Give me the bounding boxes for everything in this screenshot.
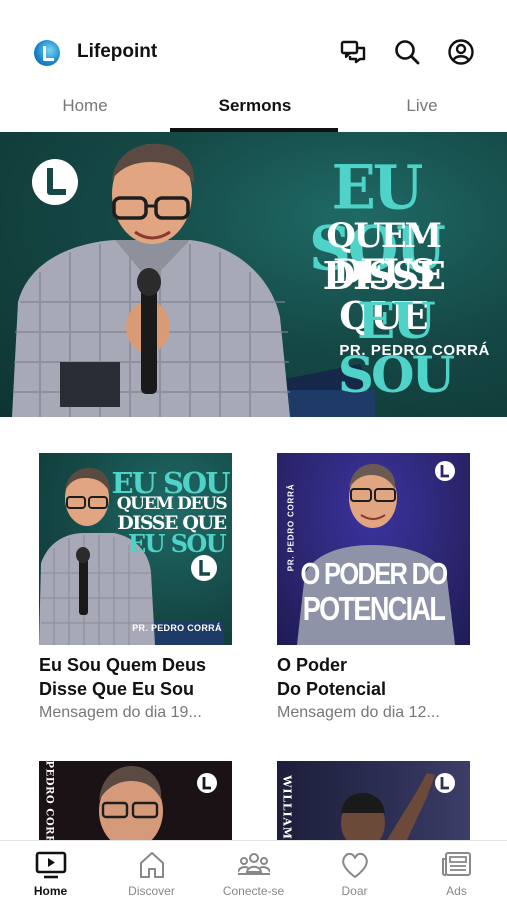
nav-label: Home	[33, 884, 68, 898]
profile-icon[interactable]	[447, 38, 475, 66]
news-icon	[442, 852, 471, 876]
thumb-title-line2: QUEM DEUS	[116, 494, 228, 514]
people-icon	[238, 853, 270, 875]
thumb-side-text: PEDRO CORRÁ	[43, 761, 55, 840]
sermon-thumbnail: WILLIAM	[277, 761, 470, 840]
sermon-subtitle: Mensagem do dia 12...	[277, 704, 440, 721]
thumb-title-line4: EU SOU	[127, 529, 227, 558]
app-header: Lifepoint	[0, 0, 507, 84]
tab-live[interactable]: Live	[337, 96, 507, 116]
thumbnail-artwork	[341, 773, 455, 840]
nav-discover[interactable]: Discover	[101, 841, 202, 900]
chat-icon[interactable]	[339, 38, 367, 66]
nav-label: Discover	[128, 884, 175, 898]
nav-conecte-se[interactable]: Conecte-se	[203, 841, 304, 900]
bottom-navigation: Home Discover Conecte-se Doar Ads	[0, 840, 507, 900]
thumbnail-artwork	[99, 765, 217, 840]
sermon-subtitle: Mensagem do dia 19...	[39, 704, 202, 721]
nav-ads[interactable]: Ads	[406, 841, 507, 900]
lifepoint-logo-icon	[34, 40, 60, 66]
tv-icon	[35, 851, 67, 879]
tab-home[interactable]: Home	[0, 96, 170, 116]
sermon-thumbnail: PEDRO CORRÁ	[39, 761, 232, 840]
tab-sermons[interactable]: Sermons	[170, 96, 340, 116]
sermon-card[interactable]: EU SOU QUEM DEUS DISSE QUE EU SOU PR. PE…	[39, 453, 232, 723]
sermon-title: Eu Sou Quem Deus Disse Que Eu Sou	[39, 655, 207, 699]
featured-sermon-banner[interactable]: EU SOU QUEM DEUS DISSE QUE EU SOU PR. PE…	[0, 132, 507, 417]
thumb-side-text: WILLIAM	[280, 775, 294, 840]
thumb-title-line1: O PODER DO	[300, 556, 448, 591]
top-tabs: Home Sermons Live	[0, 84, 507, 132]
nav-home[interactable]: Home	[0, 841, 101, 900]
search-icon[interactable]	[393, 38, 421, 66]
sermon-card[interactable]: PEDRO CORRÁ	[39, 761, 232, 840]
app-title: Lifepoint	[77, 41, 158, 62]
heart-icon	[342, 852, 368, 878]
house-icon	[140, 852, 164, 878]
hero-pastor-name: PR. PEDRO CORRÁ	[339, 342, 490, 359]
nav-label: Conecte-se	[222, 884, 285, 898]
thumb-title-line2: POTENCIAL	[302, 590, 446, 627]
sermon-title: O Poder Do Potencial	[277, 655, 387, 699]
thumb-pastor-name: PR. PEDRO CORRÁ	[132, 623, 222, 633]
nav-label: Ads	[446, 884, 467, 898]
nav-doar[interactable]: Doar	[304, 841, 405, 900]
nav-label: Doar	[341, 884, 368, 898]
thumb-title-line1: EU SOU	[111, 466, 231, 500]
sermon-thumbnail: PR. PEDRO CORRÁ O PODER DO POTENCIAL	[277, 453, 470, 645]
sermon-card[interactable]: PR. PEDRO CORRÁ O PODER DO POTENCIAL O P…	[277, 453, 470, 723]
sermon-thumbnail: EU SOU QUEM DEUS DISSE QUE EU SOU PR. PE…	[39, 453, 232, 645]
sermon-card[interactable]: WILLIAM	[277, 761, 470, 840]
